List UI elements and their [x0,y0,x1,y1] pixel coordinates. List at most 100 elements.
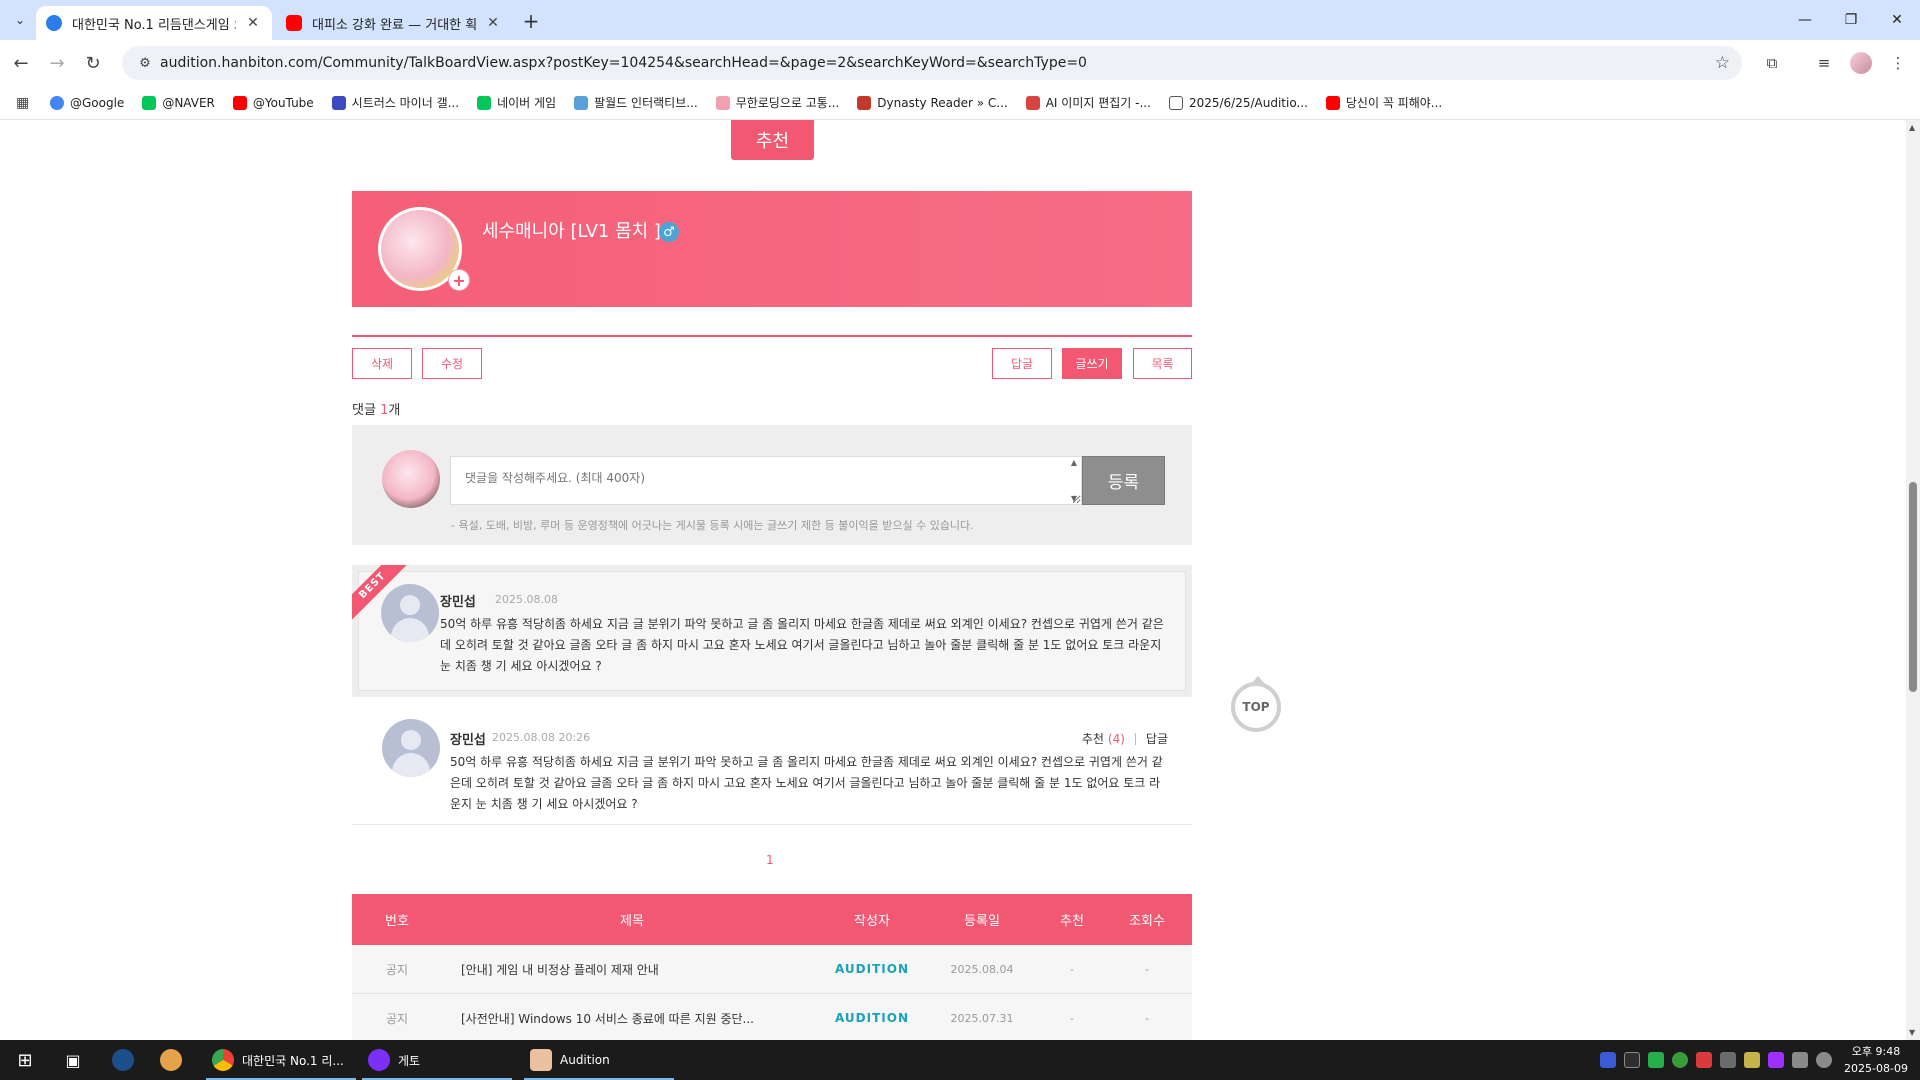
restore-icon: ❐ [1844,12,1858,28]
bookmark-item[interactable]: 네이버 게임 [477,94,556,111]
site-info-icon[interactable]: ⚙ [130,56,160,71]
tray-volume-icon[interactable] [1816,1052,1832,1068]
forward-button[interactable]: → [42,48,72,78]
steam-taskbar-button[interactable] [108,1040,138,1080]
tray-geto-icon[interactable] [1768,1052,1784,1068]
bookmark-label: 팔월드 인터랙티브... [594,96,698,110]
tab-title: 대피소 강화 완료 — 거대한 획 [312,17,476,33]
bookmark-item[interactable]: 당신이 꼭 피해야... [1325,94,1443,111]
url-text[interactable]: audition.hanbiton.com/Community/TalkBoar… [160,55,1087,71]
bookmark-label: 시트러스 마이너 갤... [351,96,460,110]
edit-button[interactable]: 수정 [422,348,482,379]
list-button[interactable]: 목록 [1133,348,1192,379]
scrollbar-thumb[interactable] [1909,482,1917,692]
tray-k-icon[interactable] [1648,1052,1664,1068]
comment-author[interactable]: 장민섭 [450,729,486,748]
caret-down-icon: ▼ [1070,494,1078,503]
comment-page-1[interactable]: 1 [766,853,774,867]
address-bar[interactable]: ⚙ audition.hanbiton.com/Community/TalkBo… [122,46,1742,80]
taskbar-clock[interactable]: 오후 9:48 2025-08-09 [1836,1043,1916,1077]
profile-avatar[interactable] [1850,52,1872,74]
row-title-link[interactable]: [안내] 게임 내 비정상 플레이 제재 안내 [442,961,822,978]
avatar [382,719,440,777]
my-avatar [382,450,440,508]
back-button[interactable]: ← [6,48,36,78]
tab-search-button[interactable]: ⌄ [8,8,32,32]
bookmark-item[interactable]: @NAVER [142,95,215,110]
geto-icon [368,1049,390,1071]
submit-comment-button[interactable]: 등록 [1082,456,1165,505]
minimize-button[interactable]: — [1782,0,1828,40]
bookmark-star-icon[interactable]: ☆ [1715,53,1730,73]
tray-app-icon[interactable] [1600,1052,1616,1068]
write-button[interactable]: 글쓰기 [1062,348,1122,379]
bookmark-item[interactable]: 시트러스 마이너 갤... [331,94,460,111]
bookmark-label: 네이버 게임 [497,96,557,110]
close-icon[interactable]: ✕ [244,14,262,32]
extensions-icon[interactable]: ⧉ [1760,51,1784,75]
row-title-link[interactable]: [사전안내] Windows 10 서비스 종료에 따른 지원 중단... [442,1010,822,1027]
page-scrollbar[interactable]: ▲ ▼ [1906,120,1920,1040]
tab-audition[interactable]: 대한민국 No.1 리듬댄스게임 오 ✕ [36,6,272,40]
steam-icon [112,1049,134,1071]
tray-wifi-icon[interactable] [1792,1052,1808,1068]
scroll-to-top-button[interactable]: TOP [1231,676,1281,732]
apps-grid-icon[interactable]: ▦ [16,95,36,111]
tab-youtube[interactable]: 대피소 강화 완료 — 거대한 획 ✕ [276,6,512,40]
reply-button[interactable]: 답글 [992,348,1052,379]
audition-taskbar-button[interactable]: Audition [524,1040,674,1080]
textarea-scrollbar[interactable]: ▲ ▼ [1068,458,1080,503]
comment-text: 50억 하루 유흥 적당히좀 하세요 지금 글 분위기 파악 못하고 글 좀 올… [450,755,1163,811]
header-recommend: 추천 [1060,914,1084,929]
bookmark-item[interactable]: AI 이미지 편집기 -... [1025,94,1151,111]
comment-author[interactable]: 장민섭 [440,591,476,610]
scroll-up-icon[interactable]: ▲ [1909,123,1915,132]
comment-text: 50억 하루 유흥 적당히좀 하세요 지금 글 분위기 파악 못하고 글 좀 올… [440,617,1164,673]
comment-input[interactable] [450,456,1082,505]
bookmark-label: 당신이 꼭 피해야... [1345,96,1443,110]
tab-strip: ⌄ 대한민국 No.1 리듬댄스게임 오 ✕ 대피소 강화 완료 — 거대한 획… [0,0,1920,40]
new-tab-button[interactable]: + [518,8,544,34]
tray-g-icon[interactable] [1624,1052,1640,1068]
close-window-button[interactable]: ✕ [1874,0,1920,40]
geto-taskbar-button[interactable]: 게토 [362,1040,512,1080]
restore-button[interactable]: ❐ [1828,0,1874,40]
task-view-button[interactable]: ▣ [58,1040,88,1080]
delete-button[interactable]: 삭제 [352,348,412,379]
media-control-icon[interactable]: ≡ [1812,51,1836,75]
menu-kebab-icon[interactable]: ⋮ [1886,51,1910,75]
bookmark-item[interactable]: 팔월드 인터랙티브... [574,94,698,111]
chrome-taskbar-button[interactable]: 대한민국 No.1 리... [206,1040,356,1080]
scroll-down-icon[interactable]: ▼ [1909,1028,1915,1037]
comment-recommend-button[interactable]: 추천 [1082,730,1104,747]
author-profile-box: + 세수매니아 [LV1 몸치 ] ♂ [352,191,1192,307]
recommend-post-button[interactable]: 추천 [731,120,814,160]
row-author: AUDITION [835,1011,909,1025]
reload-button[interactable]: ↻ [78,48,108,78]
author-name: 세수매니아 [LV1 몸치 ] [482,221,661,242]
best-badge-label: BEST [352,565,408,621]
bookmark-item[interactable]: @YouTube [232,95,314,110]
bookmark-item[interactable]: 2025/6/25/Auditio... [1168,95,1308,110]
tray-record-icon[interactable] [1696,1052,1712,1068]
start-button[interactable]: ⊞ [10,1040,40,1080]
close-icon[interactable]: ✕ [484,14,502,32]
comment-actions: 추천 (4) 답글 [1082,730,1168,747]
avatar-body-icon [392,753,430,777]
bookmark-item[interactable]: 무한로딩으로 고통... [715,94,839,111]
bookmark-item[interactable]: Dynasty Reader » C... [857,95,1008,110]
comment-reply-button[interactable]: 답글 [1146,730,1168,747]
bookmark-label: Dynasty Reader » C... [877,95,1008,110]
divider [352,335,1192,337]
row-date: 2025.07.31 [950,1011,1014,1025]
tray-network-icon[interactable] [1720,1052,1736,1068]
comment-form: ▲▼ 등록 - 욕설, 도배, 비방, 루머 등 운영정책에 어긋나는 게시물 … [352,425,1192,545]
paint-taskbar-button[interactable] [156,1040,186,1080]
table-row[interactable]: 공지 [사전안내] Windows 10 서비스 종료에 따른 지원 중단...… [352,994,1192,1040]
bookmark-item[interactable]: @Google [50,95,124,110]
table-row[interactable]: 공지 [안내] 게임 내 비정상 플레이 제재 안내 AUDITION 2025… [352,945,1192,994]
header-views: 조회수 [1129,914,1165,929]
add-friend-icon[interactable]: + [448,269,470,291]
tray-shield-icon[interactable] [1744,1052,1760,1068]
tray-chrome-icon[interactable] [1672,1052,1688,1068]
